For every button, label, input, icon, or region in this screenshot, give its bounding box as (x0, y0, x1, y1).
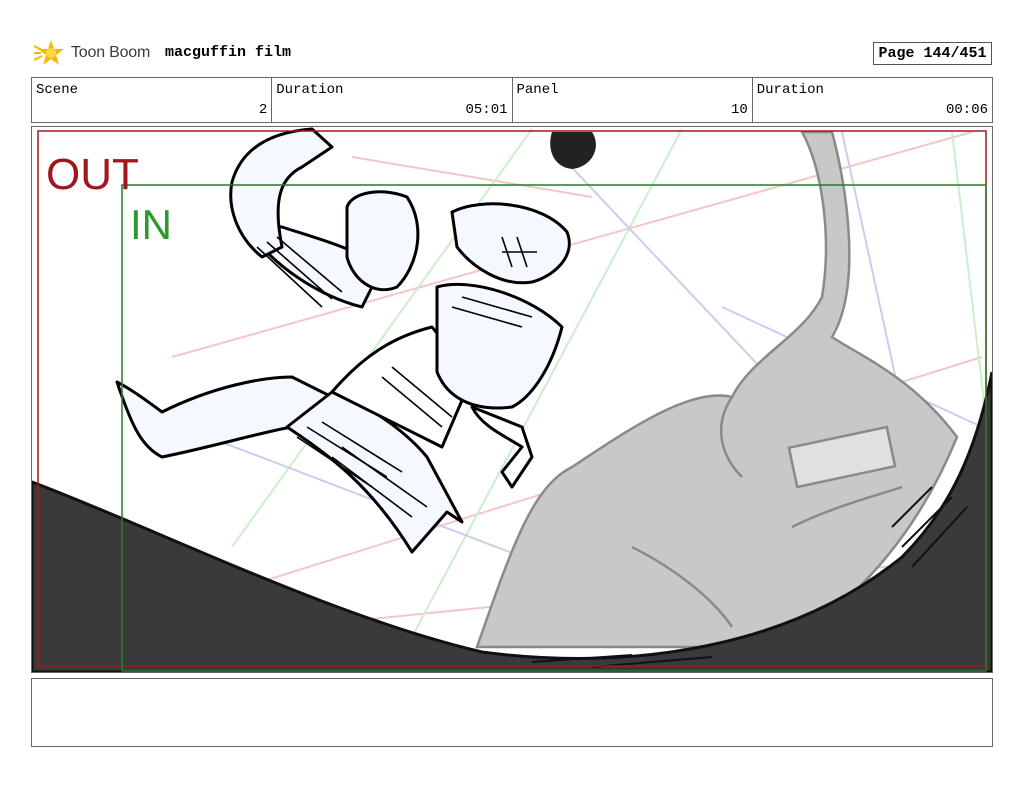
scene-value: 2 (258, 102, 268, 118)
panel-cell: Panel 10 (513, 78, 753, 122)
project-title: macguffin film (165, 44, 292, 61)
panel-duration-cell: Duration 00:06 (753, 78, 992, 122)
storyboard-panel: OUT IN (31, 126, 993, 673)
panel-duration-label: Duration (756, 82, 824, 98)
scene-cell: Scene 2 (32, 78, 273, 122)
toon-boom-logo: Toon Boom (34, 38, 150, 68)
toon-boom-star-icon (34, 40, 64, 65)
dark-object (550, 132, 596, 169)
scene-label: Scene (36, 82, 79, 98)
page-number: Page 144/451 (873, 42, 992, 65)
scene-duration-cell: Duration 05:01 (272, 78, 513, 122)
panel-value: 10 (730, 102, 748, 118)
panel-info-table: Scene 2 Duration 05:01 Panel 10 Duration… (31, 77, 993, 123)
panel-duration-value: 00:06 (945, 102, 988, 118)
scene-duration-value: 05:01 (465, 102, 508, 118)
out-frame-label: OUT (46, 150, 139, 199)
panel-sketch: OUT IN (32, 127, 992, 672)
panel-notes (31, 678, 993, 747)
scene-duration-label: Duration (276, 82, 344, 98)
in-frame-label: IN (130, 201, 172, 248)
panel-label: Panel (516, 82, 559, 98)
logo-text: Toon Boom (71, 44, 151, 61)
